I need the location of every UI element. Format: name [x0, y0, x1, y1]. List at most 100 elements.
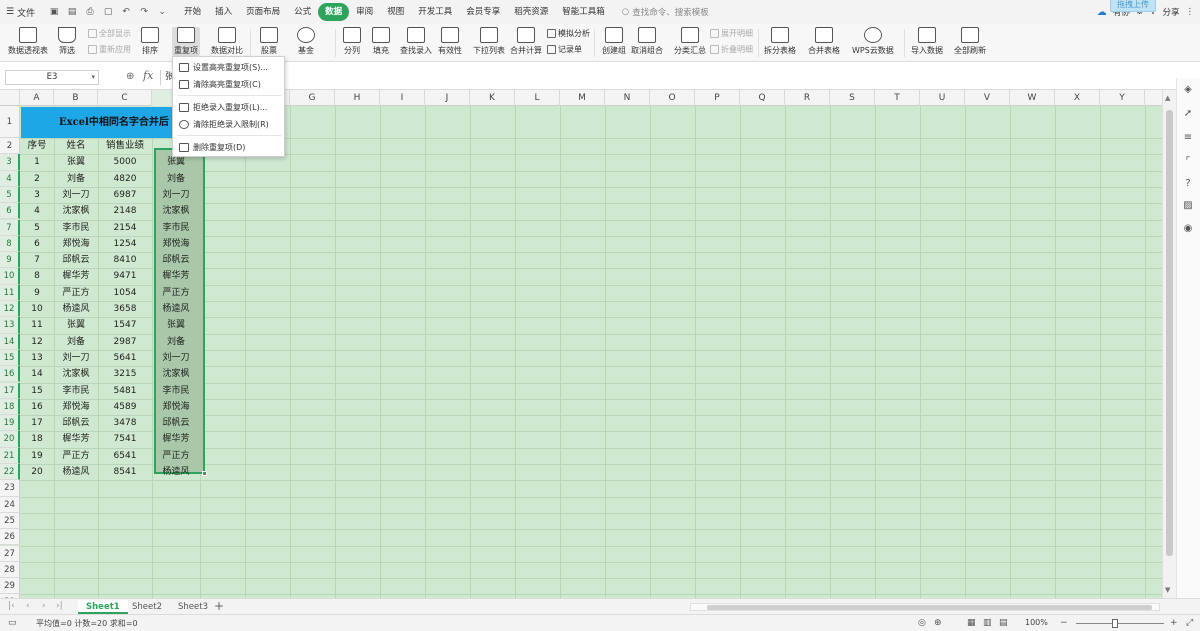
row-header[interactable]: 16 [0, 366, 20, 383]
table-cell[interactable]: 刘一刀 [54, 187, 98, 203]
column-header[interactable]: H [335, 90, 380, 106]
row-header[interactable]: 20 [0, 431, 20, 448]
table-cell[interactable]: 郑悦海 [54, 399, 98, 415]
fullscreen-icon[interactable]: ⤢ [1186, 618, 1193, 628]
scroll-down-icon[interactable]: ▼ [1165, 586, 1170, 594]
menu-tab[interactable]: 开始 [177, 3, 208, 21]
save-icon[interactable]: ▣ [48, 6, 60, 18]
table-cell[interactable]: 2154 [98, 220, 152, 236]
row-header[interactable]: 27 [0, 545, 20, 562]
table-cell[interactable]: 2987 [98, 334, 152, 350]
header-cell[interactable]: 销售业绩 [98, 138, 152, 154]
table-cell[interactable]: 4589 [98, 399, 152, 415]
column-header[interactable]: Y [1100, 90, 1145, 106]
table-cell[interactable]: 邱帆云 [152, 252, 200, 268]
table-cell[interactable]: 邱帆云 [152, 415, 200, 431]
row-header[interactable]: 8 [0, 235, 20, 253]
table-cell[interactable]: 5000 [98, 154, 152, 170]
table-cell[interactable]: 沈家枫 [152, 203, 200, 219]
fx-icon[interactable]: fx [143, 69, 153, 82]
table-cell[interactable]: 邱帆云 [54, 415, 98, 431]
table-cell[interactable]: 郑悦海 [152, 236, 200, 252]
table-cell[interactable]: 刘一刀 [152, 187, 200, 203]
table-cell[interactable]: 3 [20, 187, 54, 203]
table-cell[interactable]: 3658 [98, 301, 152, 317]
row-header[interactable]: 1 [0, 106, 20, 138]
last-sheet-icon[interactable]: ›| [56, 601, 63, 611]
table-cell[interactable]: 18 [20, 431, 54, 447]
table-cell[interactable]: 5641 [98, 350, 152, 366]
menu-tab[interactable]: 稻壳资源 [507, 3, 555, 21]
reject-duplicate-entry-item[interactable]: 拒绝录入重复项(L)... [173, 99, 284, 115]
row-header[interactable]: 26 [0, 529, 20, 546]
column-header[interactable]: J [425, 90, 470, 106]
scroll-up-icon[interactable]: ▲ [1165, 94, 1170, 102]
data-compare-button[interactable]: 数据对比 [211, 27, 243, 56]
row-header[interactable]: 28 [0, 561, 20, 579]
next-sheet-icon[interactable]: › [42, 601, 46, 611]
table-cell[interactable]: 李市民 [152, 220, 200, 236]
menu-tab[interactable]: 视图 [380, 3, 411, 21]
name-box[interactable]: E3 ▾ [5, 70, 99, 85]
validity-button[interactable]: 有效性 [438, 27, 462, 56]
refresh-all-button[interactable]: 全部刷新 [954, 27, 986, 56]
table-cell[interactable]: 沈家枫 [54, 203, 98, 219]
page-break-icon[interactable]: ▤ [999, 618, 1008, 628]
header-cell[interactable]: 序号 [20, 138, 54, 154]
column-header[interactable]: S [830, 90, 875, 106]
column-header[interactable]: O [650, 90, 695, 106]
table-cell[interactable]: 19 [20, 448, 54, 464]
table-cell[interactable]: 2148 [98, 203, 152, 219]
table-cell[interactable]: 刘备 [152, 334, 200, 350]
first-sheet-icon[interactable]: |‹ [8, 601, 15, 611]
table-cell[interactable]: 刘一刀 [54, 350, 98, 366]
table-cell[interactable]: 1 [20, 154, 54, 170]
row-header[interactable]: 3 [0, 154, 20, 171]
menu-tab[interactable]: 智能工具箱 [555, 3, 612, 21]
page-layout-icon[interactable]: ▥ [983, 618, 992, 628]
table-cell[interactable]: 4 [20, 203, 54, 219]
funds-button[interactable]: 基金 [297, 27, 315, 56]
subtotal-button[interactable]: 分类汇总 [674, 27, 706, 56]
table-cell[interactable]: 9 [20, 285, 54, 301]
menu-tab[interactable]: 数据 [318, 3, 350, 21]
table-cell[interactable]: 张翼 [54, 154, 98, 170]
table-cell[interactable]: 张翼 [152, 317, 200, 333]
row-header[interactable]: 23 [0, 480, 20, 497]
table-cell[interactable]: 7 [20, 252, 54, 268]
column-header[interactable]: V [965, 90, 1010, 106]
table-cell[interactable]: 严正方 [152, 285, 200, 301]
table-cell[interactable]: 杨逵风 [152, 464, 200, 480]
row-header[interactable]: 19 [0, 415, 20, 432]
table-cell[interactable]: 李市民 [54, 220, 98, 236]
spreadsheet-grid[interactable]: ABCDEFGHIJKLMNOPQRSTUVWXYZ 1234567891011… [0, 90, 1162, 598]
style-icon[interactable]: ◈ [1182, 84, 1194, 96]
row-header[interactable]: 9 [0, 252, 20, 269]
column-header[interactable]: X [1055, 90, 1100, 106]
stocks-button[interactable]: 股票 [260, 27, 278, 56]
column-header[interactable]: T [875, 90, 920, 106]
table-cell[interactable]: 15 [20, 383, 54, 399]
formula-input[interactable]: 张 [160, 70, 1170, 85]
clear-reject-restriction-item[interactable]: 清除拒绝录入限制(R) [173, 116, 284, 132]
row-header[interactable]: 10 [0, 268, 20, 285]
table-cell[interactable]: 刘备 [54, 171, 98, 187]
customize-icon[interactable]: ⌄ [156, 6, 168, 18]
undo-icon[interactable]: ↶ [120, 6, 132, 18]
chevron-down-icon[interactable]: ▾ [91, 71, 95, 84]
table-cell[interactable]: 5 [20, 220, 54, 236]
ungroup-button[interactable]: 取消组合 [631, 27, 663, 56]
table-cell[interactable]: 刘备 [54, 334, 98, 350]
merge-table-button[interactable]: 合并表格 [808, 27, 840, 56]
table-cell[interactable]: 郑悦海 [152, 399, 200, 415]
column-header[interactable]: U [920, 90, 965, 106]
table-cell[interactable]: 李市民 [152, 383, 200, 399]
collapse-detail-button[interactable]: 折叠明细 [710, 44, 753, 55]
row-header[interactable]: 24 [0, 496, 20, 513]
table-cell[interactable]: 6 [20, 236, 54, 252]
print-icon[interactable]: ⎙ [84, 6, 96, 18]
row-header[interactable]: 22 [0, 464, 20, 481]
table-cell[interactable]: 杨逵风 [54, 301, 98, 317]
table-cell[interactable]: 20 [20, 464, 54, 480]
table-cell[interactable]: 严正方 [152, 448, 200, 464]
